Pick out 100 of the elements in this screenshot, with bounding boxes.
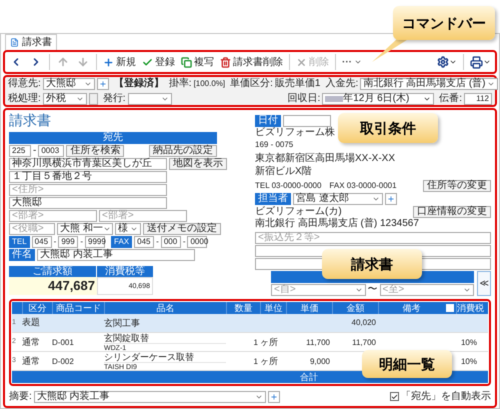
subject-field[interactable]: 大熊邸 内装工事 <box>37 249 195 261</box>
plus-icon <box>98 80 107 88</box>
collect-date-label: 回収日: <box>287 94 320 104</box>
document-tab[interactable]: 請求書 <box>5 34 57 50</box>
new-button[interactable]: 新規 <box>103 54 136 70</box>
table-cell-text: 通常 <box>22 336 41 349</box>
status-label: 【登録済】 <box>114 78 164 88</box>
table-cell-text: 10% <box>460 356 478 368</box>
tax-header: 消費税等 <box>97 266 153 277</box>
total-label: 合計 <box>299 371 319 383</box>
check-icon <box>142 56 153 68</box>
document-icon <box>10 38 19 47</box>
company-field[interactable]: 大熊邸 <box>9 197 167 209</box>
save-button[interactable]: 登録 <box>142 54 175 70</box>
table-cell-text: D-002 <box>52 356 75 368</box>
checkbox[interactable] <box>390 392 399 401</box>
add-button[interactable] <box>96 78 109 90</box>
delivery-setting-button[interactable]: 納品先の設定 <box>149 145 217 157</box>
deposit-field[interactable]: 南北銀行 高田馬場支店 (普) <box>360 78 498 90</box>
table-cell-text: 玄関工事 <box>104 318 141 328</box>
memo-setting-button[interactable]: 送付メモの設定 <box>143 223 221 235</box>
copy-button[interactable]: 複写 <box>181 54 214 70</box>
tel-field[interactable]: 045 <box>32 236 52 248</box>
total-header: ご請求額 <box>9 266 97 277</box>
trash-icon <box>220 56 231 68</box>
fax-field[interactable]: 0000 <box>187 236 208 248</box>
callout-label: 取引条件 <box>338 113 438 143</box>
caret-icon <box>449 58 457 66</box>
zip-field[interactable]: 225 <box>9 145 31 157</box>
table-cell-text: 表題 <box>22 316 41 330</box>
print-button[interactable] <box>470 56 491 68</box>
customer-field[interactable]: 大熊邸 <box>42 78 95 90</box>
auto-show-checkbox[interactable]: 「宛先」を自動表示 <box>390 389 491 404</box>
table-cell-text: ヶ所 <box>260 354 279 368</box>
zip-field[interactable]: 0003 <box>38 145 64 157</box>
table-cell-text: シリンダーケース取替 <box>104 352 195 362</box>
callout-label: 明細一覧 <box>362 350 452 378</box>
printer-icon <box>470 56 483 68</box>
account-name: ビズリフォーム(カ) <box>255 207 342 217</box>
table-cell-text: 10% <box>460 336 478 348</box>
summary-label: 摘要: <box>9 392 32 402</box>
add-button[interactable] <box>268 390 280 402</box>
fax-label: FAX <box>111 236 132 248</box>
table-cell-text: ヶ所 <box>260 336 279 349</box>
settings-icon <box>437 56 449 68</box>
date-label: 日付 <box>255 115 281 127</box>
issuer-building: 新宿ビルX階 <box>255 167 312 179</box>
issue-label: 発行: <box>102 94 126 104</box>
range-separator: 〜 <box>368 285 378 295</box>
callout-label: 請求書 <box>322 249 422 279</box>
address-change-button[interactable]: 住所等の変更 <box>423 180 491 192</box>
address-field[interactable]: 神奈川県横浜市青葉区美しが丘 <box>9 158 167 170</box>
dropdown-caret-icon <box>463 286 471 294</box>
fax-field[interactable]: 045 <box>134 236 154 248</box>
phone-separator: - <box>182 238 186 246</box>
deposit-label: 入金先: <box>325 78 358 88</box>
subject-label: 件名 <box>9 249 35 261</box>
more-menu-button[interactable]: ··· <box>342 54 362 70</box>
tel-field[interactable]: 9999 <box>85 236 106 248</box>
arrow-icon <box>77 56 89 68</box>
invoice-title: 請求書 <box>9 113 51 130</box>
x-icon <box>296 56 307 68</box>
slip-number-field[interactable]: 112 <box>464 92 492 104</box>
recipient-header: 宛先 <box>9 132 217 144</box>
add-button[interactable] <box>385 193 397 205</box>
staff-field[interactable]: 宮島 遼太郎 <box>293 193 383 205</box>
table-cell-text: 1 <box>252 356 259 368</box>
table-cell-text: 40,020 <box>350 317 377 329</box>
tel-label: TEL <box>9 236 30 248</box>
address-field[interactable]: １丁目５番地２号 <box>9 171 167 183</box>
account-change-button[interactable]: 口座情報の変更 <box>413 206 491 218</box>
issuer-tel: TEL 03-0000-0000 <box>255 182 322 190</box>
collapse-button[interactable]: ≪ <box>477 271 491 296</box>
tax-field[interactable]: 外税 <box>42 92 87 104</box>
plus-icon <box>103 56 114 68</box>
phone-separator: - <box>156 238 159 246</box>
tel-field[interactable]: 999 <box>58 236 78 248</box>
staff-label: 担当者 <box>255 193 291 205</box>
address-search-button[interactable]: 住所を検索 <box>66 145 124 157</box>
fax-field[interactable]: 000 <box>160 236 181 248</box>
issuer-zip: 169 - 0075 <box>255 141 294 151</box>
issuer-fax: FAX 03-0000-0001 <box>329 182 397 190</box>
settings-button[interactable] <box>437 56 457 68</box>
dropdown-caret-icon <box>102 225 111 233</box>
table-cell-text: 9,000 <box>308 356 331 368</box>
table-cell-text: 玄関錠取替 <box>104 333 150 343</box>
delete-invoice-button[interactable]: 請求書削除 <box>220 54 283 70</box>
zip-separator: - <box>33 146 36 156</box>
customer-label: 得意先: <box>8 78 41 88</box>
plus-icon <box>270 392 278 400</box>
date-field[interactable]: 年12月 6日(木) <box>322 92 434 104</box>
caret-icon <box>354 58 362 66</box>
summary-field[interactable]: 大熊邸 内装工事 <box>34 390 266 402</box>
rate-value: [100.0%] <box>194 80 226 88</box>
person-field[interactable]: 大熊 和一 <box>57 223 113 235</box>
honorific-field[interactable]: 様 <box>115 223 141 235</box>
callout-label: コマンドバー <box>393 6 495 40</box>
table-cell-text: 通常 <box>22 354 41 368</box>
slip-number-label: 伝番: <box>439 94 462 104</box>
show-map-button[interactable]: 地図を表示 <box>169 158 227 170</box>
